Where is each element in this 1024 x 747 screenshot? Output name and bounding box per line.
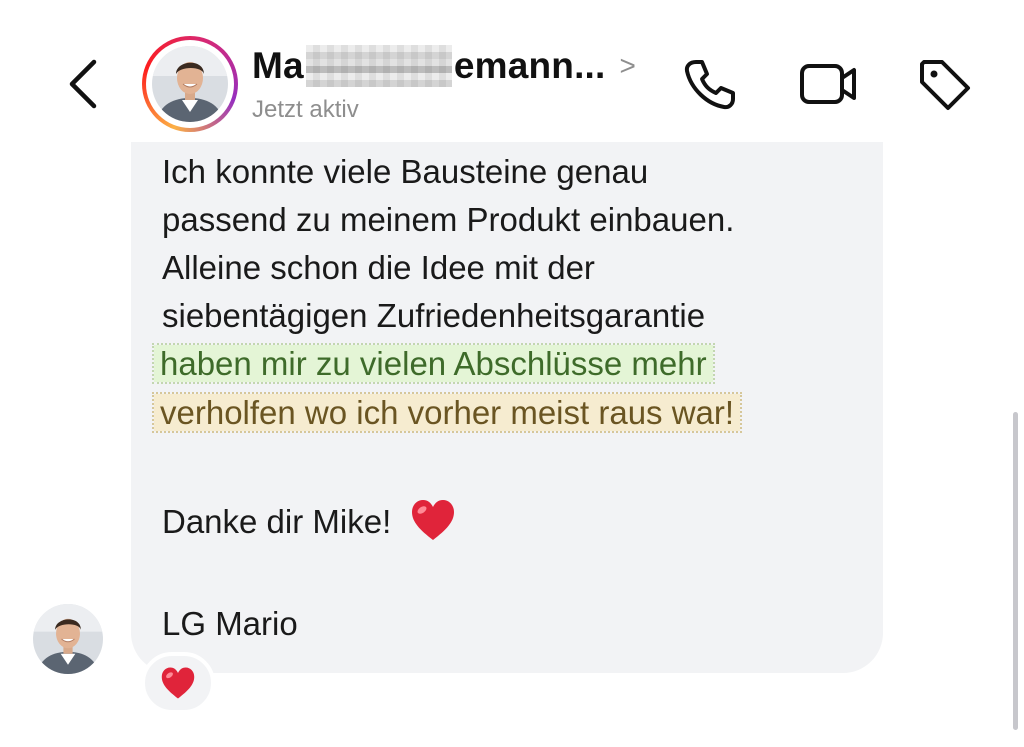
video-call-button[interactable] xyxy=(798,54,858,114)
thanks-line: Danke dir Mike! xyxy=(162,498,456,551)
sender-avatar[interactable] xyxy=(33,604,103,674)
heart-icon xyxy=(410,498,456,551)
tag-icon xyxy=(920,60,970,110)
phone-icon xyxy=(684,60,735,110)
contact-status: Jetzt aktiv xyxy=(252,96,359,123)
message-line: passend zu meinem Produkt einbauen. xyxy=(162,201,735,238)
name-chevron-right-icon: > xyxy=(619,50,636,81)
highlight-green: haben mir zu vielen Abschlüsse mehr xyxy=(152,343,715,384)
highlight-yellow: verholfen wo ich vorher meist raus war! xyxy=(151,392,743,433)
chevron-left-icon xyxy=(69,59,97,109)
heart-reaction[interactable] xyxy=(141,652,215,714)
chat-header: Ma emann... > Jetzt aktiv xyxy=(0,0,1024,140)
contact-avatar-story-ring[interactable] xyxy=(142,36,238,132)
signature-line: LG Mario xyxy=(162,605,298,642)
video-camera-icon xyxy=(800,64,856,104)
contact-name-start: Ma xyxy=(252,45,304,86)
back-button[interactable] xyxy=(60,56,106,112)
tag-button[interactable] xyxy=(914,54,974,114)
chat-screen: Ma emann... > Jetzt aktiv Ich konnte vie… xyxy=(0,0,1024,747)
heart-icon xyxy=(161,667,195,699)
highlighted-line-green: haben mir zu vielen Abschlüsse mehr xyxy=(152,343,715,384)
highlighted-line-yellow: verholfen wo ich vorher meist raus war! xyxy=(151,392,743,433)
avatar-photo xyxy=(33,604,103,674)
message-line: Alleine schon die Idee mit der xyxy=(162,249,595,286)
message-line: Ich konnte viele Bausteine genau xyxy=(162,153,649,190)
avatar-photo xyxy=(152,46,228,122)
thanks-text: Danke dir Mike! xyxy=(162,503,392,541)
scrollbar[interactable] xyxy=(1013,412,1018,730)
voice-call-button[interactable] xyxy=(680,54,740,114)
contact-avatar xyxy=(152,46,228,122)
redacted-name-block xyxy=(305,45,452,87)
message-line: siebentägigen Zufriedenheitsgarantie xyxy=(162,297,706,334)
contact-name-end: emann... xyxy=(453,45,606,86)
contact-name-link[interactable]: Ma emann... > xyxy=(252,40,636,92)
